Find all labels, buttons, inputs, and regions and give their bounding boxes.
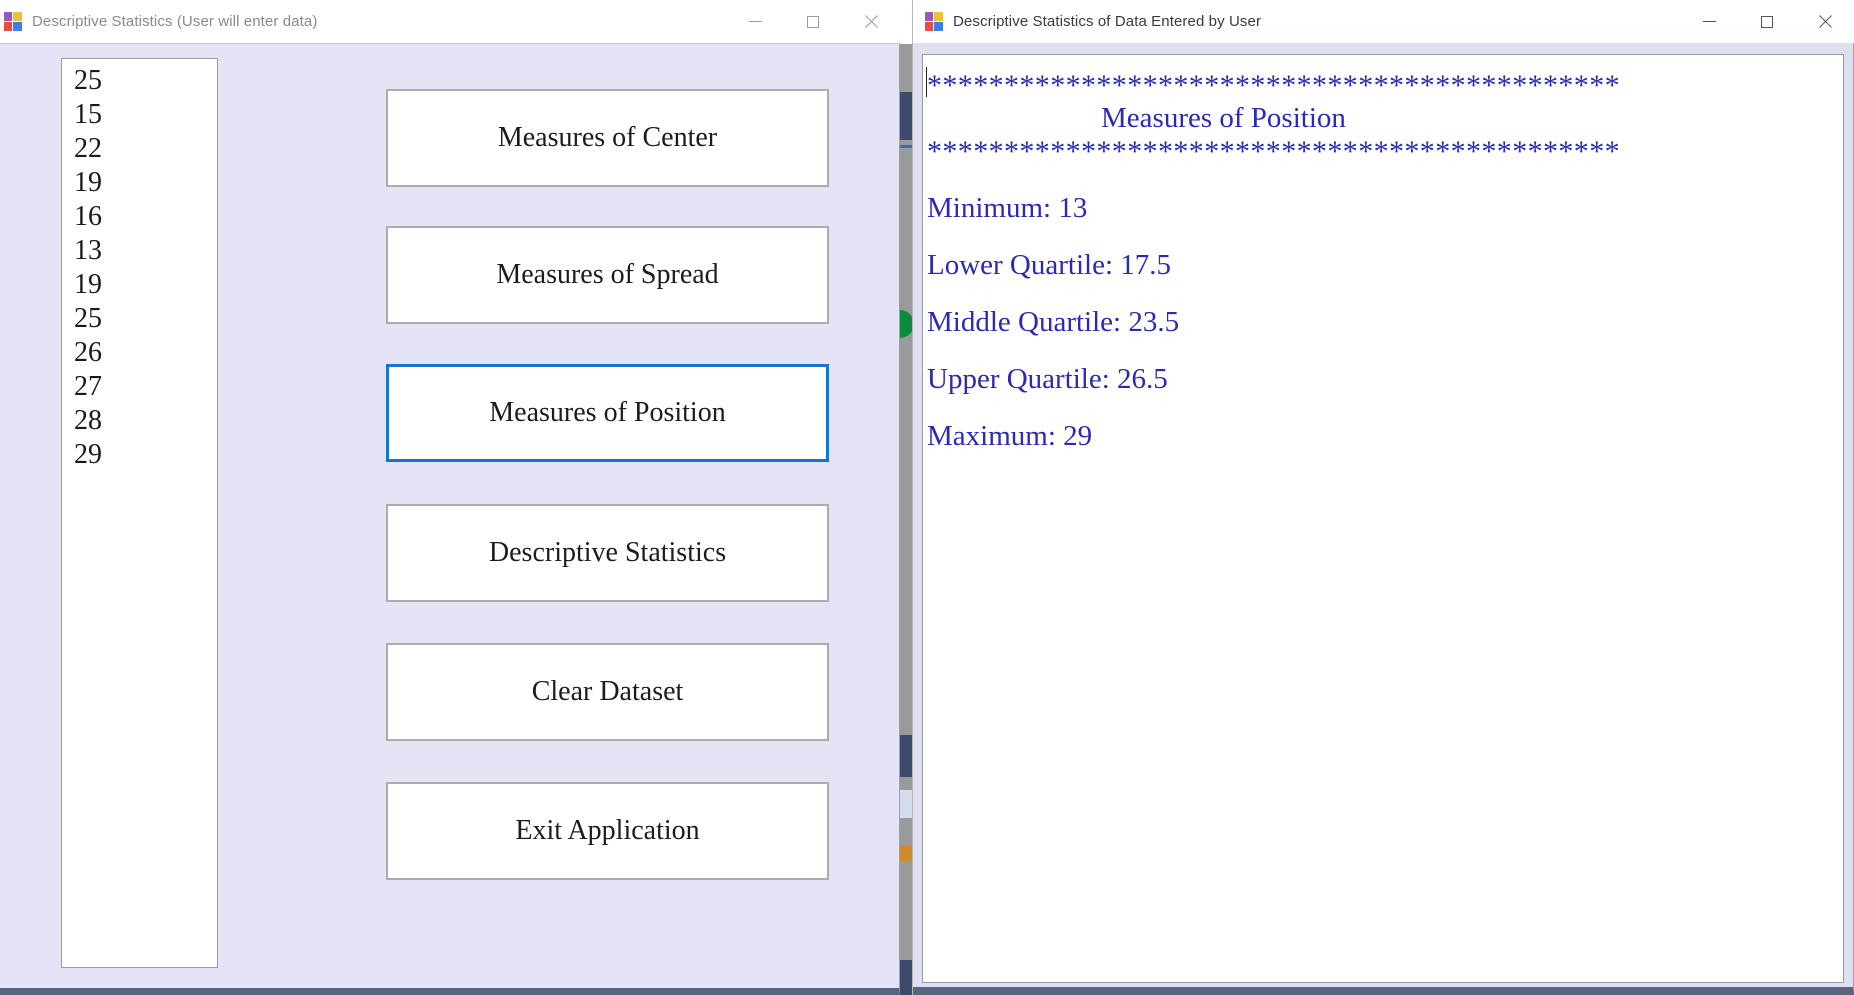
- output-stat-line: Maximum: 29: [927, 420, 1093, 452]
- minimize-icon: [748, 21, 762, 22]
- minimize-button[interactable]: [1680, 0, 1738, 43]
- left-window[interactable]: Descriptive Statistics (User will enter …: [0, 0, 900, 995]
- dataset-listbox[interactable]: 25 15 22 19 16 13 19 25 26 27 28 29: [61, 58, 218, 968]
- maximize-icon: [807, 15, 819, 28]
- maximize-button[interactable]: [784, 0, 842, 43]
- text-caret: [926, 67, 927, 97]
- list-item[interactable]: 26: [62, 336, 217, 370]
- measures-of-center-button[interactable]: Measures of Center: [386, 89, 829, 187]
- minimize-button[interactable]: [726, 0, 784, 43]
- close-button[interactable]: [842, 0, 900, 43]
- output-stat-line: Middle Quartile: 23.5: [927, 306, 1180, 338]
- list-item[interactable]: 27: [62, 370, 217, 404]
- vb-form-icon: [925, 11, 944, 31]
- output-spacer: [923, 168, 1843, 192]
- output-spacer: [923, 225, 1843, 249]
- measures-of-position-button[interactable]: Measures of Position: [386, 364, 829, 462]
- output-lines: Minimum: 13 Lower Quartile: 17.5 Middle Qu…: [923, 168, 1843, 453]
- rule-bottom: ****************************************…: [927, 135, 1620, 168]
- output-stat-line: Minimum: 13: [927, 192, 1088, 224]
- list-item[interactable]: 28: [62, 404, 217, 438]
- list-item[interactable]: 15: [62, 98, 217, 132]
- list-item[interactable]: 25: [62, 302, 217, 336]
- right-window-titlebar[interactable]: Descriptive Statistics of Data Entered b…: [913, 0, 1854, 43]
- list-item[interactable]: 16: [62, 200, 217, 234]
- output-spacer: [923, 339, 1843, 363]
- left-window-titlebar[interactable]: Descriptive Statistics (User will enter …: [0, 0, 900, 43]
- right-window-client-area: ****************************************…: [913, 43, 1854, 995]
- measures-of-spread-button[interactable]: Measures of Spread: [386, 226, 829, 324]
- output-stat-line: Lower Quartile: 17.5: [927, 249, 1172, 281]
- right-window-controls: [1680, 0, 1854, 43]
- close-icon: [864, 14, 879, 29]
- close-button[interactable]: [1796, 0, 1854, 43]
- right-window[interactable]: Descriptive Statistics of Data Entered b…: [913, 0, 1854, 995]
- close-icon: [1818, 14, 1833, 29]
- results-output[interactable]: ****************************************…: [922, 54, 1844, 983]
- descriptive-statistics-button[interactable]: Descriptive Statistics: [386, 504, 829, 602]
- list-item[interactable]: 22: [62, 132, 217, 166]
- output-stat-line: Upper Quartile: 26.5: [927, 363, 1168, 395]
- left-window-client-area: 25 15 22 19 16 13 19 25 26 27 28 29 Measures of Cen…: [0, 43, 900, 995]
- desktop: Descriptive Statistics (User will enter …: [0, 0, 1854, 995]
- vb-form-icon: [4, 11, 23, 31]
- list-item[interactable]: 19: [62, 268, 217, 302]
- output-spacer: [923, 282, 1843, 306]
- maximize-button[interactable]: [1738, 0, 1796, 43]
- list-item[interactable]: 19: [62, 166, 217, 200]
- list-item[interactable]: 29: [62, 438, 217, 472]
- left-window-controls: [726, 0, 900, 43]
- clear-dataset-button[interactable]: Clear Dataset: [386, 643, 829, 741]
- output-spacer: [923, 396, 1843, 420]
- right-window-title: Descriptive Statistics of Data Entered b…: [953, 12, 1262, 30]
- list-item[interactable]: 13: [62, 234, 217, 268]
- exit-application-button[interactable]: Exit Application: [386, 782, 829, 880]
- maximize-icon: [1761, 15, 1773, 28]
- minimize-icon: [1702, 21, 1716, 22]
- left-window-title: Descriptive Statistics (User will enter …: [32, 12, 318, 30]
- list-item[interactable]: 25: [62, 64, 217, 98]
- output-heading: Measures of Position: [1101, 102, 1346, 134]
- rule-top: ****************************************…: [927, 69, 1620, 102]
